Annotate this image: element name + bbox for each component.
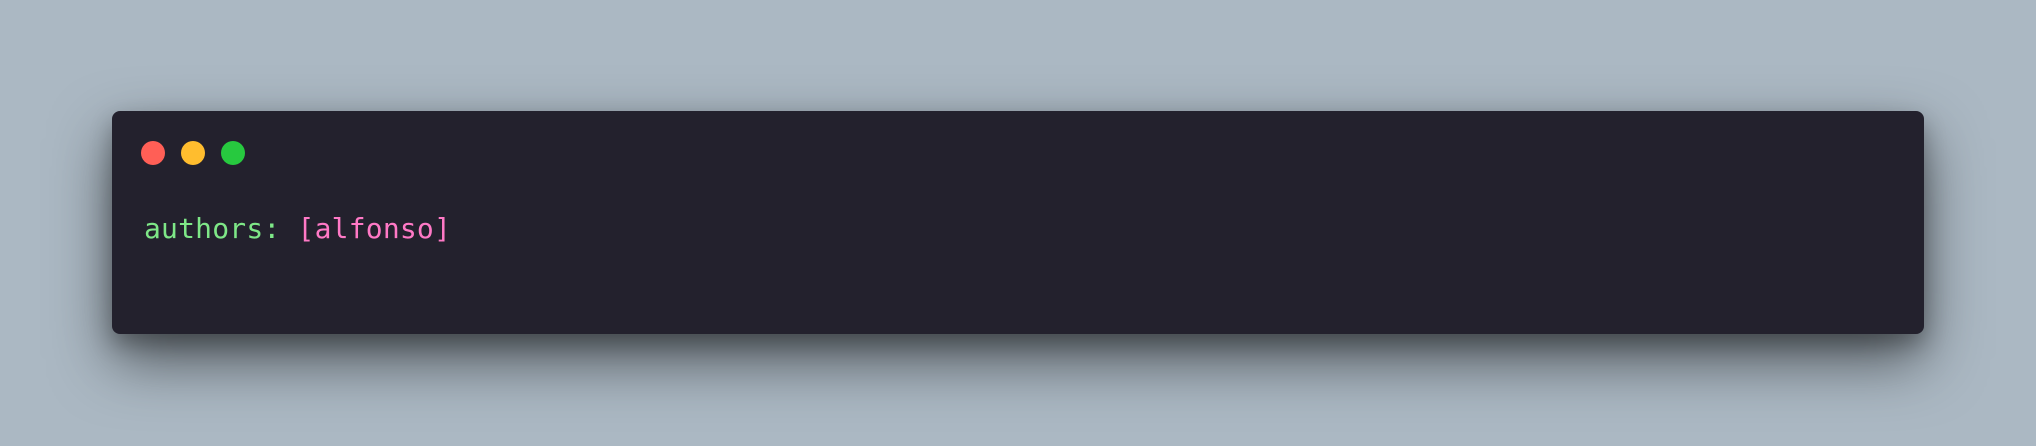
code-window: authors: [alfonso] xyxy=(112,111,1924,334)
close-button[interactable] xyxy=(141,141,165,165)
window-controls xyxy=(141,141,245,165)
yaml-key: authors xyxy=(144,212,264,245)
yaml-value: [alfonso] xyxy=(297,212,452,245)
code-block: authors: [alfonso] xyxy=(144,215,451,243)
zoom-button[interactable] xyxy=(221,141,245,165)
minimize-button[interactable] xyxy=(181,141,205,165)
yaml-separator: : xyxy=(263,212,298,245)
